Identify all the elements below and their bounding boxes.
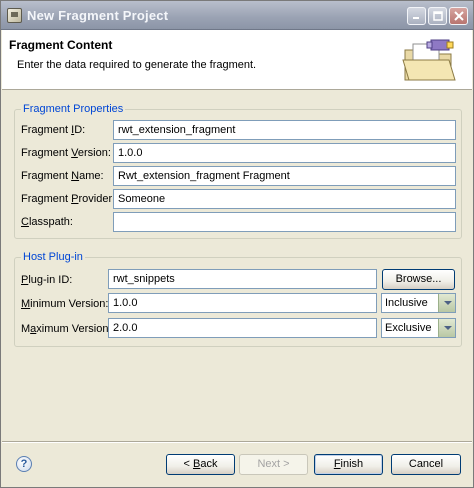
page-title: Fragment Content	[9, 38, 113, 52]
plugin-id-field[interactable]: rwt_snippets	[108, 269, 377, 289]
plugin-id-label: Plug-in ID:	[21, 274, 73, 286]
window-app-icon	[7, 8, 22, 23]
chevron-down-icon[interactable]	[438, 294, 455, 312]
folder-plugin-icon	[402, 39, 456, 81]
page-description: Enter the data required to generate the …	[17, 59, 257, 71]
maximum-exclusive-select[interactable]: Exclusive	[381, 318, 456, 338]
fragment-provider-field[interactable]: Someone	[113, 189, 456, 209]
minimize-button[interactable]	[407, 7, 426, 25]
classpath-label: Classpath:	[21, 216, 73, 228]
host-plugin-legend: Host Plug-in	[21, 251, 85, 263]
close-icon	[453, 11, 464, 21]
window-title: New Fragment Project	[27, 8, 169, 23]
maximize-button[interactable]	[428, 7, 447, 25]
chevron-down-icon[interactable]	[438, 319, 455, 337]
browse-button[interactable]: Browse...	[382, 269, 455, 290]
fragment-id-label: Fragment ID:	[21, 124, 86, 136]
fragment-name-field[interactable]: Rwt_extension_fragment Fragment	[113, 166, 456, 186]
minimum-combo-value: Inclusive	[385, 297, 428, 309]
maximum-version-field[interactable]: 2.0.0	[108, 318, 377, 338]
classpath-field[interactable]	[113, 212, 456, 232]
cancel-button[interactable]: Cancel	[391, 454, 461, 475]
fragment-id-field[interactable]: rwt_extension_fragment	[113, 120, 456, 140]
close-button[interactable]	[449, 7, 468, 25]
fragment-version-label: Fragment Version:	[21, 147, 111, 159]
maximize-icon	[432, 11, 443, 21]
title-bar: New Fragment Project	[1, 1, 473, 30]
back-button[interactable]: < Back	[166, 454, 235, 475]
minimum-inclusive-select[interactable]: Inclusive	[381, 293, 456, 313]
maximum-combo-value: Exclusive	[385, 322, 432, 334]
fragment-properties-legend: Fragment Properties	[21, 103, 126, 115]
help-icon[interactable]: ?	[16, 456, 32, 472]
finish-button[interactable]: Finish	[314, 454, 383, 475]
wizard-header: Fragment Content Enter the data required…	[2, 30, 472, 90]
minimum-version-field[interactable]: 1.0.0	[108, 293, 377, 313]
wizard-window: New Fragment Project Fragment Content En…	[0, 0, 474, 488]
minimize-icon	[413, 17, 419, 19]
maximum-version-label: Maximum Version:	[21, 323, 112, 335]
next-button[interactable]: Next >	[239, 454, 308, 475]
fragment-version-field[interactable]: 1.0.0	[113, 143, 456, 163]
minimum-version-label: Minimum Version:	[21, 298, 109, 310]
fragment-name-label: Fragment Name:	[21, 170, 104, 182]
fragment-provider-label: Fragment Provider:	[21, 193, 116, 205]
footer-separator	[2, 441, 472, 443]
